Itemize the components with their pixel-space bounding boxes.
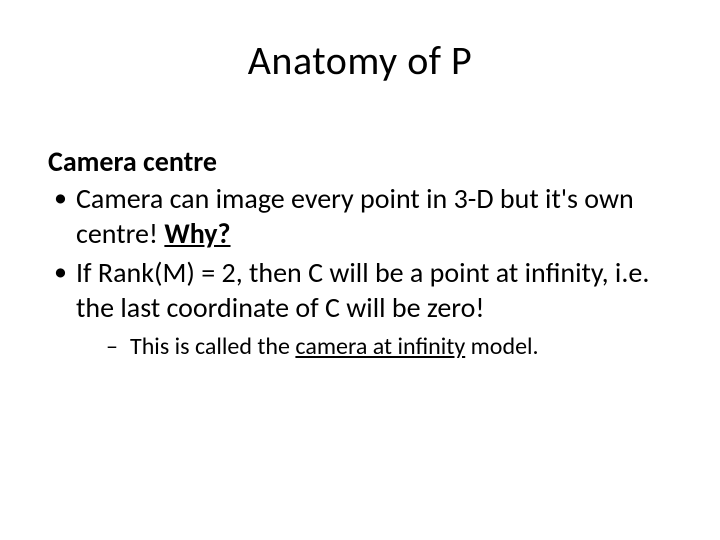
- bullet-item: Camera can image every point in 3-D but …: [48, 181, 672, 251]
- sub-bullet-text: model.: [465, 332, 538, 361]
- bullet-list: Camera can image every point in 3-D but …: [48, 181, 672, 362]
- sub-bullet-list: This is called the camera at infinity mo…: [76, 331, 672, 362]
- bullet-text: Camera can image every point in 3-D but …: [76, 181, 634, 251]
- slide-body: Camera centre Camera can image every poi…: [40, 145, 680, 362]
- slide-title: Anatomy of P: [40, 36, 680, 85]
- sub-bullet-item: This is called the camera at infinity mo…: [76, 331, 672, 362]
- bullet-item: If Rank(M) = 2, then C will be a point a…: [48, 255, 672, 362]
- sub-bullet-emphasis: camera at infinity: [295, 332, 465, 361]
- bullet-text: If Rank(M) = 2, then C will be a point a…: [76, 255, 649, 325]
- sub-bullet-text: This is called the: [130, 332, 295, 361]
- section-heading: Camera centre: [48, 145, 672, 179]
- bullet-emphasis: Why?: [164, 216, 230, 251]
